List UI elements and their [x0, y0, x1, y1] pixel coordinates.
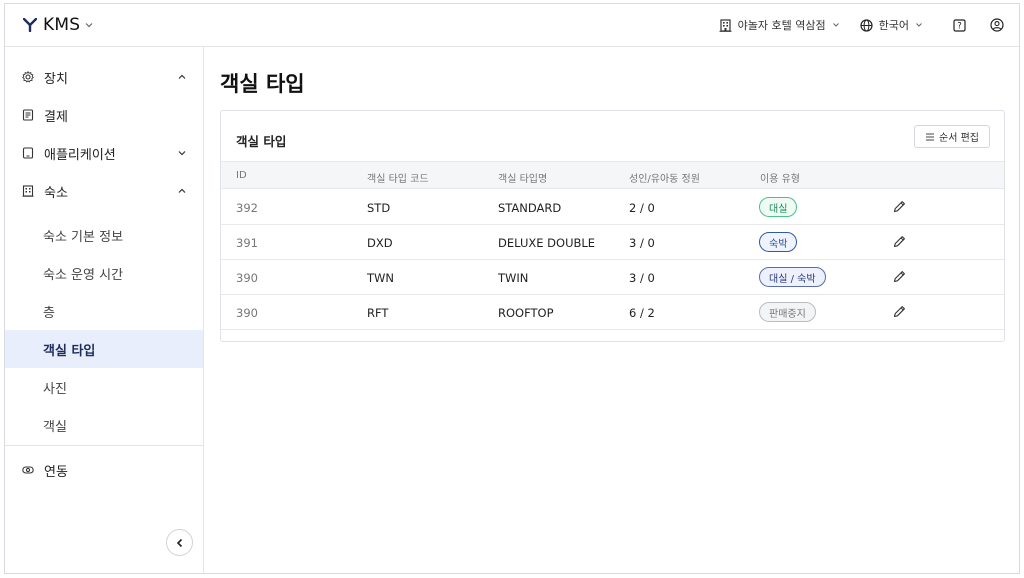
top-bar: KMS 야놀자 호텔 역삼점 한국어 ? [5, 4, 1019, 47]
sidebar-subitem-basic-info[interactable]: 숙소 기본 정보 [5, 216, 203, 254]
language-label: 한국어 [878, 19, 909, 32]
chevron-down-icon [916, 23, 922, 27]
cell-capacity: 3 / 0 [629, 271, 655, 285]
chevron-down-icon [832, 23, 839, 27]
top-right-controls: 야놀자 호텔 역삼점 한국어 ? [719, 4, 1019, 46]
cell-id: 390 [236, 271, 258, 285]
brand-logo-icon [23, 18, 37, 32]
building-icon [719, 18, 732, 32]
cell-capacity: 6 / 2 [629, 306, 655, 320]
sidebar-collapse-button[interactable] [166, 529, 193, 556]
column-header-id: ID [236, 170, 247, 181]
svg-text:?: ? [957, 21, 962, 31]
cell-code: RFT [367, 306, 389, 320]
usage-badge: 판매중지 [759, 302, 816, 322]
sidebar-item-integration[interactable]: 연동 [5, 451, 203, 489]
menu-lines-icon [926, 133, 934, 140]
brand-switcher[interactable]: KMS [23, 15, 94, 35]
cell-code: DXD [367, 236, 393, 250]
page-title: 객실 타입 [220, 72, 305, 96]
sidebar-item-applications[interactable]: 애플리케이션 [5, 134, 203, 172]
building-icon [22, 185, 34, 197]
cell-name: STANDARD [498, 201, 562, 215]
sidebar-divider [5, 445, 203, 446]
receipt-icon [22, 109, 34, 121]
app-window: KMS 야놀자 호텔 역삼점 한국어 ? 장치 결제 애플리케이션 숙소 숙소 … [4, 3, 1020, 574]
column-header-capacity: 성인/유아동 정원 [629, 174, 700, 185]
link-icon [22, 466, 34, 474]
edit-order-button[interactable]: 순서 편집 [914, 125, 990, 148]
table-row: 390 TWN TWIN 3 / 0 대실 / 숙박 [221, 260, 1004, 295]
cell-id: 391 [236, 236, 258, 250]
pencil-icon[interactable] [892, 304, 907, 319]
usage-badge: 대실 / 숙박 [759, 267, 826, 287]
column-header-code: 객실 타입 코드 [367, 174, 429, 185]
language-selector[interactable]: 한국어 [860, 17, 923, 33]
sidebar-subitem-floors[interactable]: 층 [5, 292, 203, 330]
usage-badge: 숙박 [759, 232, 798, 252]
chevron-down-icon [85, 23, 93, 28]
brand-name: KMS [43, 15, 81, 35]
column-header-usage: 이용 유형 [760, 174, 800, 185]
table-header: ID 객실 타입 코드 객실 타입명 성인/유아동 정원 이용 유형 [221, 161, 1004, 189]
hotel-name: 야놀자 호텔 역삼점 [737, 19, 826, 32]
card-title: 객실 타입 [236, 134, 287, 149]
globe-icon [860, 18, 873, 32]
room-type-card: 객실 타입 순서 편집 ID 객실 타입 코드 객실 타입명 성인/유아동 정원… [220, 110, 1005, 342]
cell-code: TWN [367, 271, 394, 285]
tablet-icon [22, 147, 34, 159]
cell-name: TWIN [498, 271, 529, 285]
sidebar-item-devices[interactable]: 장치 [5, 58, 203, 96]
help-button[interactable]: ? [953, 18, 966, 32]
chevron-left-icon [176, 538, 182, 547]
sidebar-subitem-room-types[interactable]: 객실 타입 [5, 330, 203, 368]
sidebar-item-payment[interactable]: 결제 [5, 96, 203, 134]
cell-capacity: 2 / 0 [629, 201, 655, 215]
chevron-up-icon [178, 74, 186, 79]
sidebar-item-label: 장치 [44, 71, 68, 87]
chevron-down-icon [178, 151, 186, 156]
cell-name: DELUXE DOUBLE [498, 236, 596, 250]
cell-name: ROOFTOP [498, 306, 554, 320]
table-row: 392 STD STANDARD 2 / 0 대실 [221, 190, 1004, 225]
cell-id: 392 [236, 201, 258, 215]
sidebar-item-label: 애플리케이션 [44, 147, 116, 163]
user-menu-button[interactable] [990, 18, 1004, 32]
sidebar-item-label: 결제 [44, 109, 68, 125]
table-row: 390 RFT ROOFTOP 6 / 2 판매중지 [221, 295, 1004, 330]
sidebar-item-label: 숙소 [44, 185, 68, 201]
pencil-icon[interactable] [892, 199, 907, 214]
pencil-icon[interactable] [892, 234, 907, 249]
sidebar: 장치 결제 애플리케이션 숙소 숙소 기본 정보 숙소 운영 시간 층 객실 타… [5, 47, 204, 573]
chevron-up-icon [178, 188, 186, 193]
sidebar-item-property[interactable]: 숙소 [5, 172, 203, 210]
sidebar-item-label: 연동 [44, 464, 68, 480]
usage-badge: 대실 [759, 197, 798, 217]
edit-order-label: 순서 편집 [939, 133, 979, 144]
cell-id: 390 [236, 306, 258, 320]
sidebar-subitem-rooms[interactable]: 객실 [5, 406, 203, 444]
cell-capacity: 3 / 0 [629, 236, 655, 250]
hotel-selector[interactable]: 야놀자 호텔 역삼점 [719, 17, 840, 33]
sidebar-subitem-operating-hours[interactable]: 숙소 운영 시간 [5, 254, 203, 292]
table-row: 391 DXD DELUXE DOUBLE 3 / 0 숙박 [221, 225, 1004, 260]
gear-icon [22, 71, 34, 83]
column-header-name: 객실 타입명 [498, 174, 548, 185]
sidebar-subitem-photos[interactable]: 사진 [5, 368, 203, 406]
user-icon [990, 18, 1004, 32]
cell-code: STD [367, 201, 391, 215]
help-icon: ? [953, 18, 966, 31]
pencil-icon[interactable] [892, 269, 907, 284]
